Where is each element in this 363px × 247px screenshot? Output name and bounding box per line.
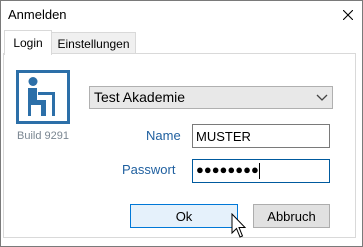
title-bar: Anmelden — [1, 1, 362, 29]
close-button[interactable] — [334, 1, 362, 29]
tab-login[interactable]: Login — [4, 30, 52, 55]
name-label: Name — [146, 128, 181, 143]
tab-bar: Login Einstellungen — [4, 30, 359, 55]
cancel-button[interactable]: Abbruch — [253, 204, 330, 228]
password-field-value: ●●●●●●●● — [196, 162, 259, 177]
window-title: Anmelden — [8, 7, 67, 22]
name-field[interactable]: MUSTER — [192, 124, 330, 148]
academy-select-value: Test Akademie — [94, 89, 186, 105]
tab-settings[interactable]: Einstellungen — [52, 32, 136, 55]
text-caret — [259, 163, 260, 179]
ok-button[interactable]: Ok — [130, 204, 238, 228]
chevron-down-icon — [316, 94, 328, 101]
person-at-desk-icon — [16, 70, 70, 124]
name-field-value: MUSTER — [196, 129, 251, 144]
close-icon — [343, 10, 353, 20]
mouse-pointer-icon — [231, 213, 247, 238]
build-label: Build 9291 — [17, 130, 69, 142]
password-field[interactable]: ●●●●●●●● — [192, 159, 330, 183]
password-label: Passwort — [122, 162, 176, 177]
academy-select[interactable]: Test Akademie — [89, 86, 333, 109]
